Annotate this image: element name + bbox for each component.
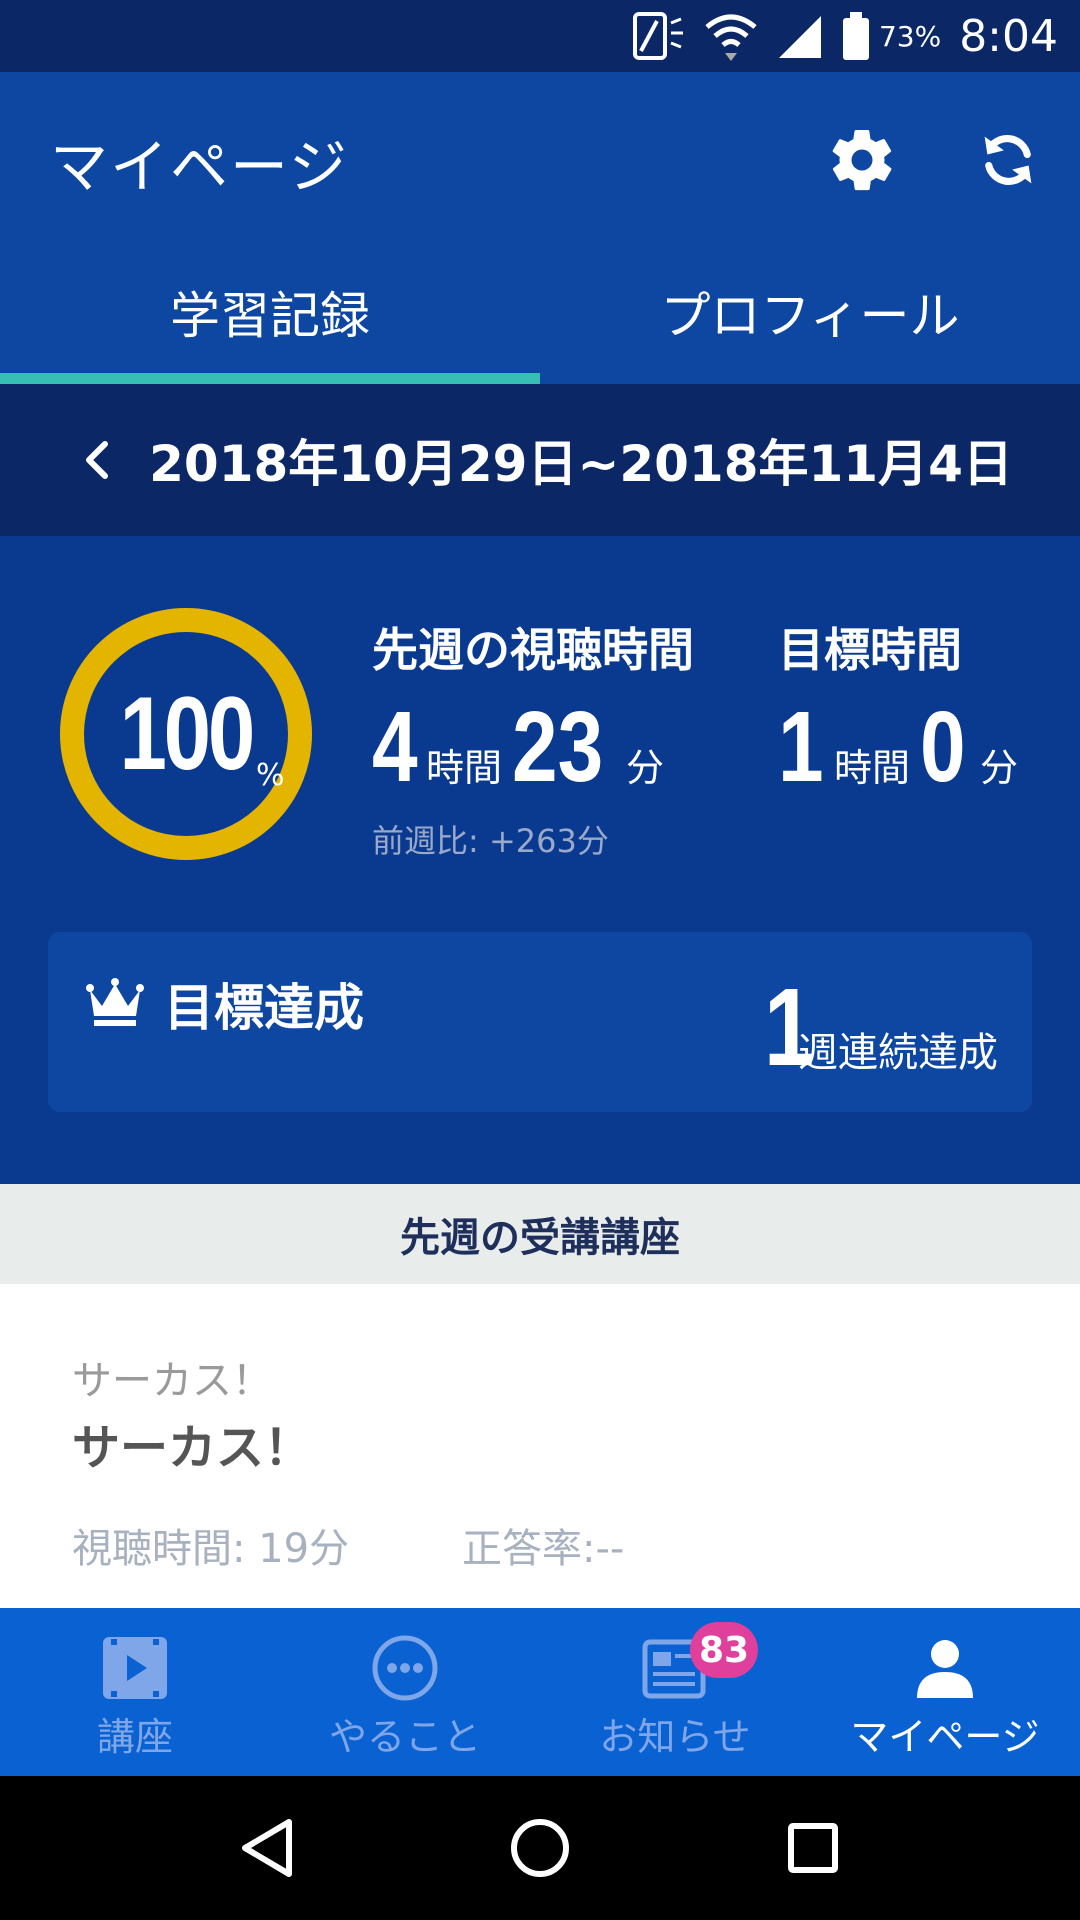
clock: 8:04 (959, 10, 1058, 62)
achievement-label: 目標達成 (164, 979, 364, 1037)
chevron-left-icon (86, 441, 109, 479)
page-title: マイページ (50, 133, 349, 201)
notification-badge: 83 (690, 1622, 758, 1678)
last-week-watch-time: 先週の視聴時間 4 時間 23 分 (372, 614, 694, 805)
goal-hours-unit: 時間 (834, 746, 911, 790)
battery-level: 73% (878, 19, 942, 53)
nav-news[interactable]: お知らせ 83 (540, 1608, 810, 1776)
crown-icon (86, 976, 144, 1032)
battery-icon (841, 12, 871, 60)
courses-section-header: 先週の受講講座 (0, 1184, 1080, 1284)
week-over-week-change: 前週比: +263分 (372, 822, 609, 860)
course-title: サーカス！ (72, 1420, 313, 1476)
video-icon (101, 1632, 169, 1704)
nav-news-label: お知らせ (599, 1715, 751, 1759)
previous-week-button[interactable] (67, 430, 127, 490)
settings-button[interactable] (820, 118, 904, 202)
signal-icon (777, 12, 823, 60)
person-icon (913, 1632, 977, 1704)
tab-bar: 学習記録 プロフィール (0, 240, 1080, 384)
nav-courses[interactable]: 講座 (0, 1608, 270, 1776)
goal-minutes-unit: 分 (980, 746, 1019, 790)
course-watch-time: 視聴時間: 19分 (72, 1526, 350, 1572)
bottom-nav: 講座 やること お知らせ 83 マイページ (0, 1608, 1080, 1776)
home-button[interactable] (500, 1808, 580, 1888)
back-button[interactable] (227, 1808, 307, 1888)
gear-icon (832, 129, 892, 191)
week-range: 2018年10月29日~2018年11月4日 (149, 435, 1013, 493)
tab-study-record[interactable]: 学習記録 (0, 240, 540, 384)
stats-section: 100 % 先週の視聴時間 4 時間 23 分 前週比: +263分 目標時間 … (0, 536, 1080, 1184)
back-triangle-icon (241, 1819, 292, 1877)
nav-mypage[interactable]: マイページ (810, 1608, 1080, 1776)
recents-button[interactable] (773, 1808, 853, 1888)
last-week-label: 先週の視聴時間 (372, 623, 694, 677)
home-circle-icon (510, 1819, 569, 1877)
nav-todo-label: やること (328, 1715, 481, 1759)
wifi-icon (703, 11, 759, 61)
course-item[interactable]: サーカス！ サーカス！ 視聴時間: 19分 正答率:-- (0, 1284, 1080, 1608)
app-header: マイページ (0, 72, 1080, 240)
progress-value-wrap: 100 (84, 632, 288, 836)
more-dots-icon (371, 1632, 439, 1704)
last-week-value: 4 時間 23 分 (372, 690, 694, 805)
goal-value: 1 時間 0 分 (778, 690, 1028, 805)
streak-unit: 週連続達成 (798, 1030, 998, 1076)
nav-courses-label: 講座 (96, 1715, 173, 1759)
achievement-card: 目標達成 1 週連続達成 (48, 932, 1032, 1112)
vibrate-icon (631, 11, 685, 61)
refresh-button[interactable] (966, 118, 1050, 202)
nav-mypage-label: マイページ (850, 1715, 1040, 1759)
progress-ring: 100 % (60, 608, 312, 860)
week-selector: 2018年10月29日~2018年11月4日 (0, 384, 1080, 536)
last-week-hours: 4 (372, 691, 418, 803)
status-bar: 73% 8:04 (0, 0, 1080, 72)
goal-hours: 1 (778, 691, 824, 803)
course-subtitle: サーカス！ (72, 1358, 272, 1404)
system-nav-bar (0, 1776, 1080, 1920)
last-week-hours-unit: 時間 (426, 746, 503, 790)
recents-square-icon (788, 1823, 839, 1873)
progress-unit: % (256, 758, 285, 793)
last-week-minutes: 23 (512, 691, 604, 803)
refresh-icon (984, 135, 1032, 185)
goal-label: 目標時間 (778, 623, 962, 677)
nav-todo[interactable]: やること (270, 1608, 540, 1776)
goal-time: 目標時間 1 時間 0 分 (778, 614, 1028, 805)
progress-value: 100 (119, 675, 256, 792)
tab-profile[interactable]: プロフィール (540, 240, 1080, 384)
last-week-minutes-unit: 分 (626, 746, 665, 790)
course-correct-rate: 正答率:-- (462, 1526, 625, 1572)
goal-minutes: 0 (920, 691, 966, 803)
